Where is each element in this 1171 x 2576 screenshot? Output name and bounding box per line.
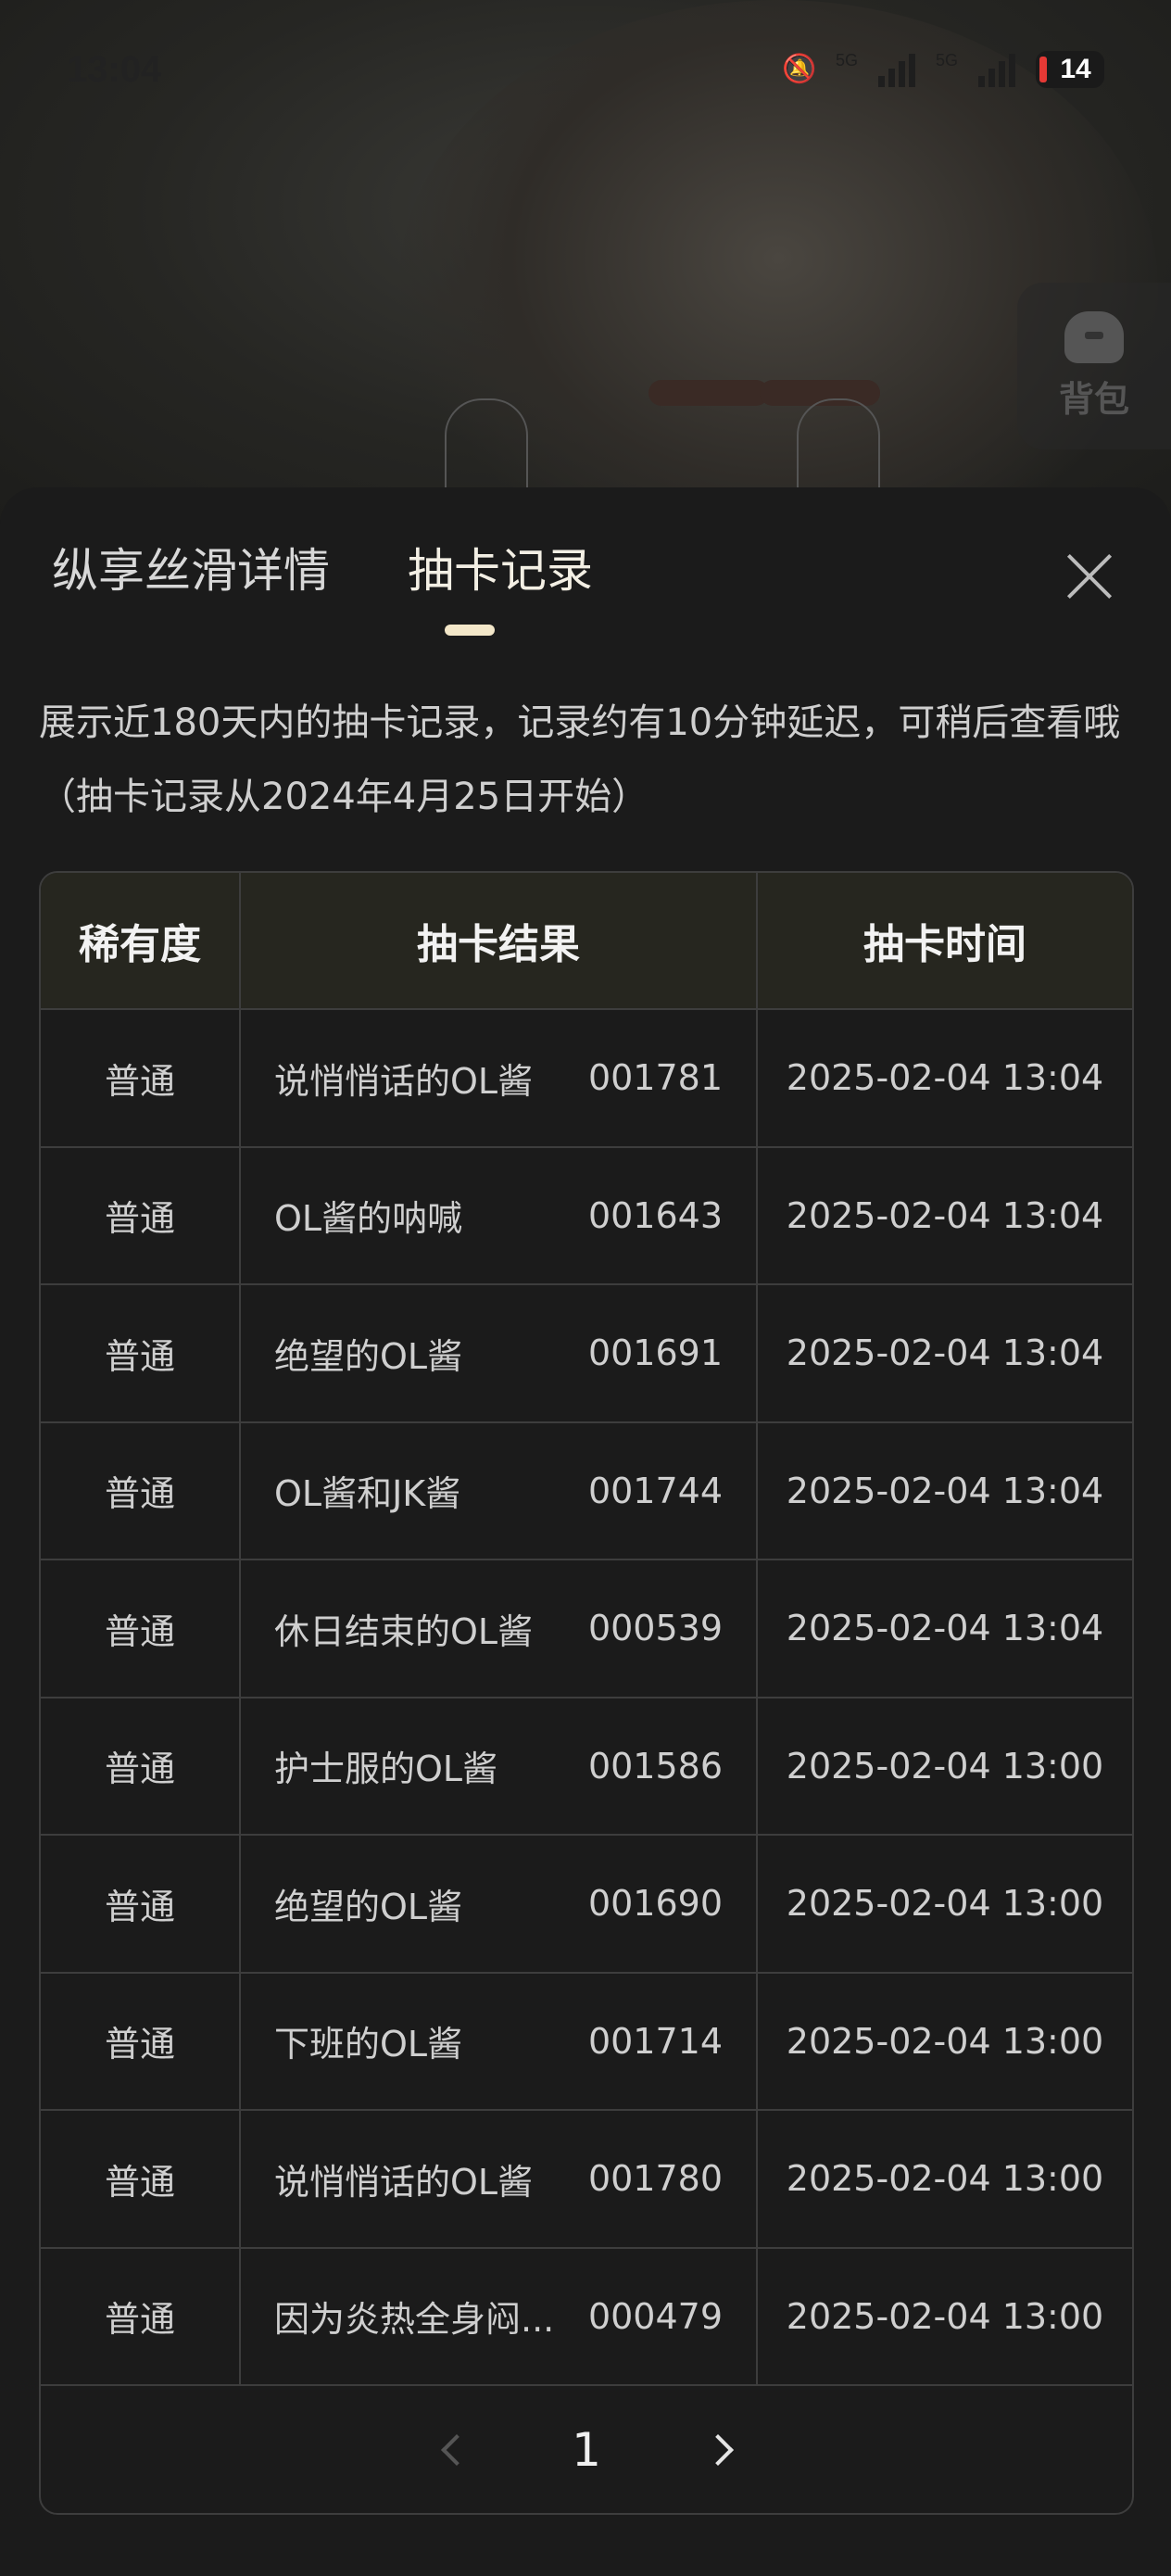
card-name: 下班的OL酱 (274, 2024, 463, 2065)
header-rarity: 稀有度 (41, 873, 241, 1008)
signal-icon (877, 52, 915, 87)
cell-rarity: 普通 (41, 1698, 241, 1834)
signal-icon-2 (978, 52, 1015, 87)
battery-icon: 14 (1036, 51, 1104, 88)
table-row: 普通 绝望的OL酱 001691 2025-02-04 13:04 (41, 1285, 1132, 1423)
tab-bar: 纵享丝滑详情 抽卡记录 (52, 534, 593, 600)
active-tab-indicator (445, 625, 495, 636)
mute-icon: 🔕 (781, 54, 817, 84)
card-name: 说悄悄话的OL酱 (274, 2161, 534, 2203)
cell-result: 绝望的OL酱 001690 (241, 1836, 758, 1972)
card-code: 001714 (587, 2020, 723, 2062)
table-row: 普通 因为炎热全身闷... 000479 2025-02-04 13:00 (41, 2248, 1132, 2386)
card-name: OL酱的呐喊 (274, 1198, 463, 1240)
backpack-button[interactable]: 背包 (1017, 283, 1171, 449)
card-code: 001780 (587, 2158, 723, 2200)
table-row: 普通 护士服的OL酱 001586 2025-02-04 13:00 (41, 1698, 1132, 1836)
cell-rarity: 普通 (41, 2248, 241, 2384)
cell-time: 2025-02-04 13:04 (786, 1332, 1104, 1374)
card-code: 000479 (587, 2295, 723, 2337)
tab-detail[interactable]: 纵享丝滑详情 (52, 534, 330, 600)
card-name: 护士服的OL酱 (274, 1749, 498, 1790)
cell-time: 2025-02-04 13:00 (786, 1745, 1104, 1787)
close-icon[interactable] (1065, 552, 1114, 600)
cell-time: 2025-02-04 13:04 (786, 1470, 1104, 1511)
bottom-sheet: 纵享丝滑详情 抽卡记录 展示近180天内的抽卡记录，记录约有10分钟延迟，可稍后… (0, 487, 1171, 2576)
battery-level: 14 (1060, 54, 1091, 84)
card-name: 因为炎热全身闷... (274, 2299, 555, 2341)
table-header: 稀有度 抽卡结果 抽卡时间 (41, 873, 1132, 1010)
cell-result: OL酱和JK酱 001744 (241, 1422, 758, 1559)
card-code: 001643 (587, 1194, 723, 1236)
network-label-2: 5G (935, 51, 958, 69)
cell-result: 护士服的OL酱 001586 (241, 1698, 758, 1834)
card-code: 001691 (587, 1332, 723, 1374)
status-time: 13:04 (67, 48, 162, 90)
card-name: 休日结束的OL酱 (274, 1610, 534, 1652)
cell-time: 2025-02-04 13:04 (786, 1057, 1104, 1099)
cell-result: 绝望的OL酱 001691 (241, 1285, 758, 1421)
cell-time: 2025-02-04 13:00 (786, 2295, 1104, 2337)
cell-rarity: 普通 (41, 1147, 241, 1283)
cell-rarity: 普通 (41, 1973, 241, 2109)
draw-records-table: 稀有度 抽卡结果 抽卡时间 普通 说悄悄话的OL酱 001781 2025-02-… (39, 871, 1134, 2515)
cell-result: OL酱的呐喊 001643 (241, 1147, 758, 1283)
cell-rarity: 普通 (41, 1422, 241, 1559)
current-page: 1 (572, 2423, 601, 2477)
table-row: 普通 绝望的OL酱 001690 2025-02-04 13:00 (41, 1836, 1132, 1974)
records-notice: 展示近180天内的抽卡记录，记录约有10分钟延迟，可稍后查看哦（抽卡记录从202… (39, 701, 1121, 818)
cell-result: 说悄悄话的OL酱 001781 (241, 1010, 758, 1146)
tab-draw-records[interactable]: 抽卡记录 (408, 534, 593, 600)
cell-result: 说悄悄话的OL酱 001780 (241, 2111, 758, 2247)
backpack-label: 背包 (1058, 378, 1129, 420)
pagination: 1 (41, 2386, 1132, 2513)
cell-time: 2025-02-04 13:00 (786, 1883, 1104, 1925)
card-code: 000539 (587, 1608, 723, 1649)
cell-time: 2025-02-04 13:04 (786, 1608, 1104, 1649)
header-time: 抽卡时间 (863, 921, 1026, 968)
card-name: 绝望的OL酱 (274, 1886, 463, 1927)
network-label-1: 5G (835, 51, 858, 69)
status-bar: 13:04 🔕 5G 5G 14 (0, 37, 1171, 102)
card-name: 绝望的OL酱 (274, 1335, 463, 1377)
table-row: 普通 下班的OL酱 001714 2025-02-04 13:00 (41, 1973, 1132, 2111)
cell-result: 休日结束的OL酱 000539 (241, 1560, 758, 1697)
backpack-icon (1064, 310, 1124, 363)
card-code: 001690 (587, 1883, 723, 1925)
card-code: 001586 (587, 1745, 723, 1787)
status-icons: 🔕 5G 5G 14 (782, 51, 1104, 88)
card-code: 001744 (587, 1470, 723, 1511)
card-name: OL酱和JK酱 (274, 1473, 461, 1515)
cell-result: 下班的OL酱 001714 (241, 1973, 758, 2109)
cell-result: 因为炎热全身闷... 000479 (241, 2248, 758, 2384)
table-row: 普通 OL酱的呐喊 001643 2025-02-04 13:04 (41, 1147, 1132, 1285)
cell-time: 2025-02-04 13:00 (786, 2158, 1104, 2200)
cell-rarity: 普通 (41, 1560, 241, 1697)
card-code: 001781 (587, 1057, 723, 1099)
table-row: 普通 休日结束的OL酱 000539 2025-02-04 13:04 (41, 1560, 1132, 1698)
chevron-right-icon[interactable] (703, 2431, 740, 2469)
table-row: 普通 说悄悄话的OL酱 001781 2025-02-04 13:04 (41, 1010, 1132, 1148)
cell-rarity: 普通 (41, 1010, 241, 1146)
cell-rarity: 普通 (41, 1836, 241, 1972)
cell-rarity: 普通 (41, 1285, 241, 1421)
cell-time: 2025-02-04 13:00 (786, 2020, 1104, 2062)
header-result: 抽卡结果 (241, 873, 758, 1008)
character-eye-left (648, 380, 769, 406)
table-row: 普通 OL酱和JK酱 001744 2025-02-04 13:04 (41, 1422, 1132, 1560)
chevron-left-icon[interactable] (433, 2431, 470, 2469)
cell-rarity: 普通 (41, 2111, 241, 2247)
table-row: 普通 说悄悄话的OL酱 001780 2025-02-04 13:00 (41, 2111, 1132, 2249)
card-name: 说悄悄话的OL酱 (274, 1060, 534, 1102)
cell-time: 2025-02-04 13:04 (786, 1194, 1104, 1236)
